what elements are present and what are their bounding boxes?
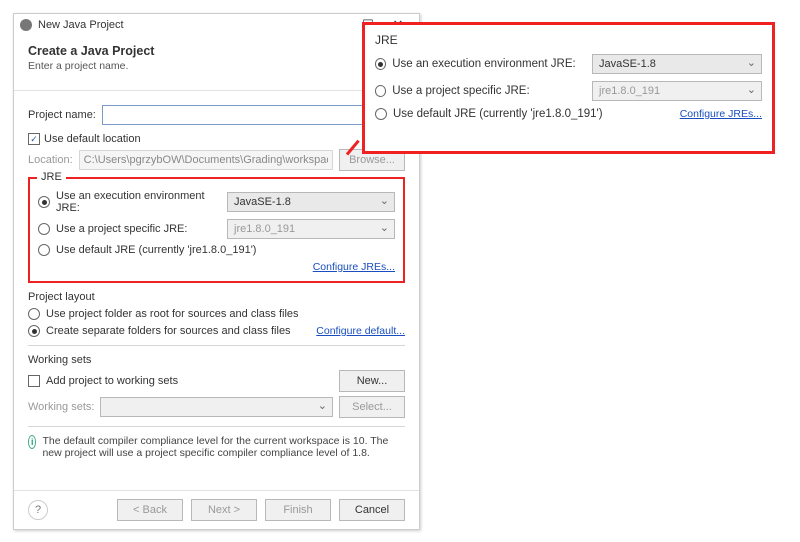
- jre-callout-title: JRE: [375, 33, 762, 47]
- new-working-set-button[interactable]: New...: [339, 370, 405, 392]
- help-button[interactable]: ?: [28, 500, 48, 520]
- callout-jre-default-radio[interactable]: [375, 108, 387, 120]
- finish-button: Finish: [265, 499, 331, 521]
- compiler-info-text: The default compiler compliance level fo…: [42, 435, 405, 459]
- titlebar: New Java Project ☐ ✕: [14, 14, 419, 36]
- callout-jre-env-label: Use an execution environment JRE:: [392, 58, 586, 70]
- location-label: Location:: [28, 154, 73, 166]
- layout-root-label: Use project folder as root for sources a…: [46, 308, 299, 320]
- dialog-header: Create a Java Project Enter a project na…: [14, 36, 419, 91]
- jre-env-radio[interactable]: [38, 196, 50, 208]
- callout-configure-jres-link[interactable]: Configure JREs...: [680, 108, 762, 120]
- dialog-footer: ? < Back Next > Finish Cancel: [14, 490, 419, 529]
- dialog-subtitle: Enter a project name.: [28, 60, 405, 72]
- working-sets-label: Working sets:: [28, 401, 94, 413]
- layout-separate-radio[interactable]: [28, 325, 40, 337]
- window-title: New Java Project: [38, 14, 124, 36]
- working-sets-select: [100, 397, 333, 417]
- callout-jre-project-select: jre1.8.0_191: [592, 81, 762, 101]
- add-working-sets-checkbox[interactable]: [28, 375, 40, 387]
- compiler-info: i The default compiler compliance level …: [28, 435, 405, 459]
- callout-jre-default-label: Use default JRE (currently 'jre1.8.0_191…: [393, 108, 603, 120]
- jre-env-label: Use an execution environment JRE:: [56, 190, 221, 214]
- jre-callout: JRE Use an execution environment JRE: Ja…: [362, 22, 775, 154]
- info-icon: i: [28, 435, 36, 449]
- callout-jre-project-label: Use a project specific JRE:: [392, 85, 586, 97]
- use-default-location-checkbox[interactable]: ✓: [28, 133, 40, 145]
- project-layout-title: Project layout: [28, 291, 405, 303]
- dialog-title: Create a Java Project: [28, 44, 405, 58]
- project-name-input[interactable]: [102, 105, 405, 125]
- jre-default-radio[interactable]: [38, 244, 50, 256]
- layout-separate-label: Create separate folders for sources and …: [46, 325, 291, 337]
- add-working-sets-label: Add project to working sets: [46, 375, 178, 387]
- jre-group: JRE Use an execution environment JRE: Ja…: [28, 177, 405, 283]
- callout-jre-env-select[interactable]: JavaSE-1.8: [592, 54, 762, 74]
- working-sets-title: Working sets: [28, 354, 405, 366]
- use-default-location-label: Use default location: [44, 133, 141, 145]
- layout-root-radio[interactable]: [28, 308, 40, 320]
- jre-env-select[interactable]: JavaSE-1.8: [227, 192, 395, 212]
- location-input: [79, 150, 333, 170]
- jre-default-label: Use default JRE (currently 'jre1.8.0_191…: [56, 244, 256, 256]
- project-name-label: Project name:: [28, 109, 96, 121]
- back-button: < Back: [117, 499, 183, 521]
- jre-project-select: jre1.8.0_191: [227, 219, 395, 239]
- jre-project-label: Use a project specific JRE:: [56, 223, 221, 235]
- callout-jre-project-radio[interactable]: [375, 85, 386, 97]
- configure-jres-link[interactable]: Configure JREs...: [313, 261, 395, 273]
- cancel-button[interactable]: Cancel: [339, 499, 405, 521]
- jre-project-radio[interactable]: [38, 223, 50, 235]
- select-working-sets-button: Select...: [339, 396, 405, 418]
- new-java-project-dialog: New Java Project ☐ ✕ Create a Java Proje…: [13, 13, 420, 530]
- configure-layout-link[interactable]: Configure default...: [316, 325, 405, 337]
- jre-group-title: JRE: [37, 171, 66, 183]
- eclipse-icon: [20, 19, 32, 31]
- next-button: Next >: [191, 499, 257, 521]
- callout-jre-env-radio[interactable]: [375, 58, 386, 70]
